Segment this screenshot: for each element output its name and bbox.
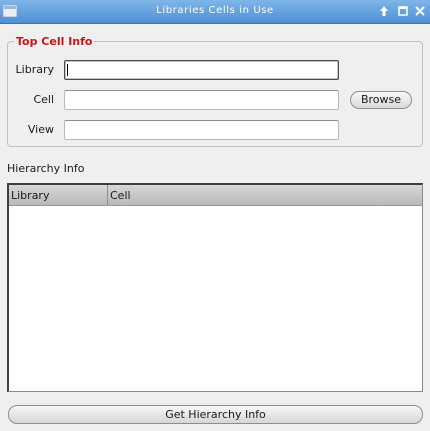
title-bar: Libraries Cells in Use xyxy=(0,0,430,24)
column-header-cell[interactable]: Cell xyxy=(108,185,422,206)
shade-up-icon[interactable] xyxy=(377,4,391,18)
library-field[interactable] xyxy=(64,60,339,80)
cell-field[interactable] xyxy=(64,90,339,110)
browse-button[interactable]: Browse xyxy=(350,91,412,109)
table-header: Library Cell xyxy=(9,185,422,206)
text-caret xyxy=(67,64,68,76)
top-cell-info-legend: Top Cell Info xyxy=(14,35,95,48)
get-hierarchy-info-button[interactable]: Get Hierarchy Info xyxy=(8,405,423,424)
hierarchy-info-label: Hierarchy Info xyxy=(7,162,85,175)
view-label: View xyxy=(27,123,54,136)
column-header-library[interactable]: Library xyxy=(9,185,108,206)
view-field[interactable] xyxy=(64,120,339,140)
window-title: Libraries Cells in Use xyxy=(156,5,274,16)
cell-label: Cell xyxy=(33,93,54,106)
close-icon[interactable] xyxy=(413,4,427,18)
library-label: Library xyxy=(15,63,54,76)
maximize-icon[interactable] xyxy=(396,4,410,18)
hierarchy-table[interactable]: Library Cell xyxy=(7,183,423,392)
